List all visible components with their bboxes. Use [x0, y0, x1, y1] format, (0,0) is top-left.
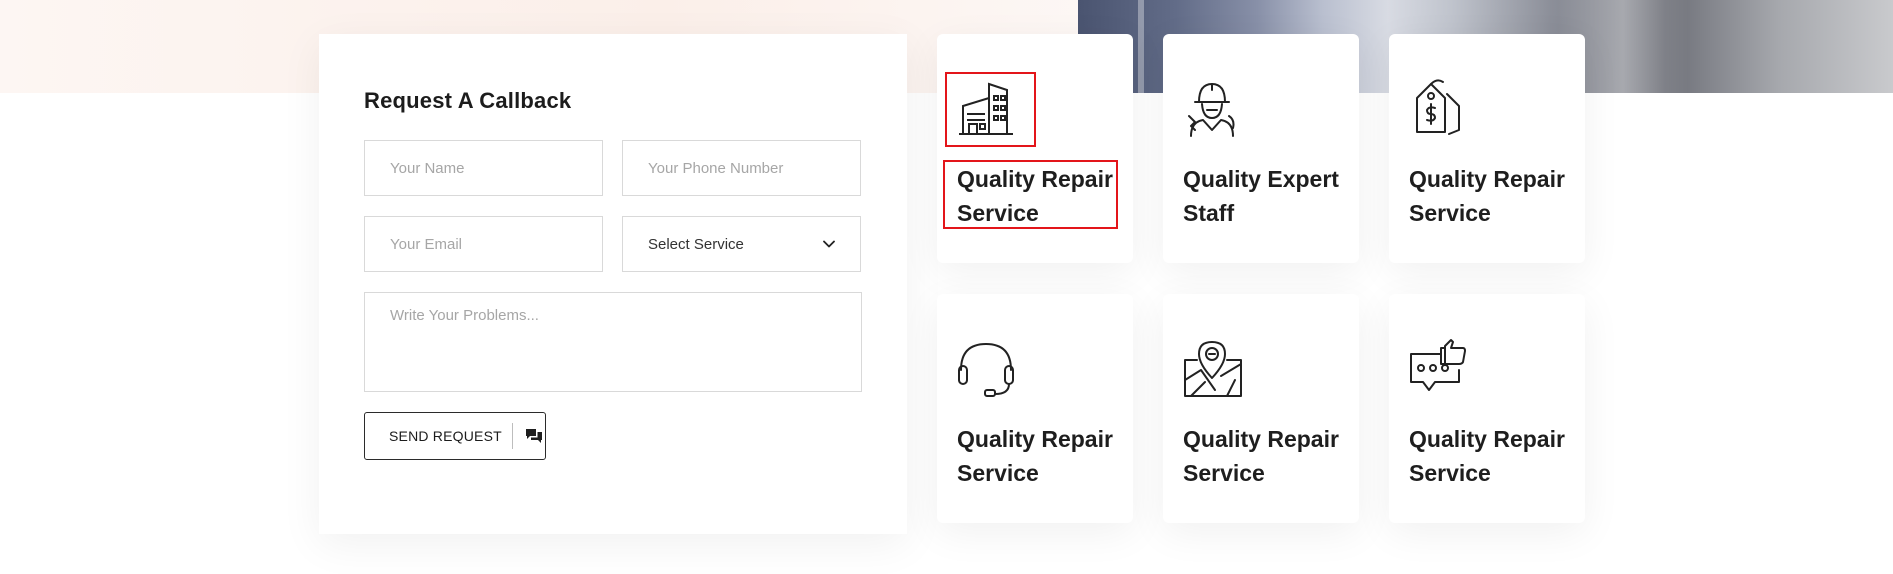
- feature-title: Quality Repair Service: [1183, 426, 1339, 486]
- feature-card-5[interactable]: Quality Repair Service: [1163, 294, 1359, 523]
- email-input[interactable]: [364, 216, 603, 272]
- map-pin-icon: [1184, 341, 1242, 397]
- button-divider: [511, 423, 513, 449]
- name-input[interactable]: [364, 140, 603, 196]
- send-request-button[interactable]: SEND REQUEST: [364, 412, 546, 460]
- phone-input[interactable]: [622, 140, 861, 196]
- feature-title: Quality Repair Service: [1409, 426, 1565, 486]
- worker-icon: [1188, 83, 1235, 137]
- feature-card-3[interactable]: Quality Repair Service: [1389, 34, 1585, 263]
- highlight-box-title: [943, 160, 1118, 229]
- callback-form-card: Request A Callback Select Service SEND R…: [319, 34, 907, 534]
- price-tag-icon: [1416, 79, 1460, 135]
- form-title: Request A Callback: [364, 88, 572, 113]
- highlight-box-icon: [945, 72, 1036, 147]
- send-request-label: SEND REQUEST: [389, 428, 502, 444]
- feature-card-2[interactable]: Quality Expert Staff: [1163, 34, 1359, 263]
- feature-title: Quality Repair Service: [957, 426, 1113, 486]
- problem-textarea[interactable]: [364, 292, 862, 392]
- chat-thumbs-up-icon: [1410, 339, 1466, 391]
- service-select-value: Select Service: [648, 235, 744, 253]
- feature-title: Quality Repair Service: [1409, 166, 1565, 226]
- feature-card-6[interactable]: Quality Repair Service: [1389, 294, 1585, 523]
- feature-card-4[interactable]: Quality Repair Service: [937, 294, 1133, 523]
- chat-bubbles-icon: [525, 429, 542, 443]
- service-select[interactable]: Select Service: [622, 216, 861, 272]
- headset-icon: [958, 343, 1014, 397]
- chevron-down-icon: [823, 240, 835, 248]
- feature-title: Quality Expert Staff: [1183, 166, 1339, 226]
